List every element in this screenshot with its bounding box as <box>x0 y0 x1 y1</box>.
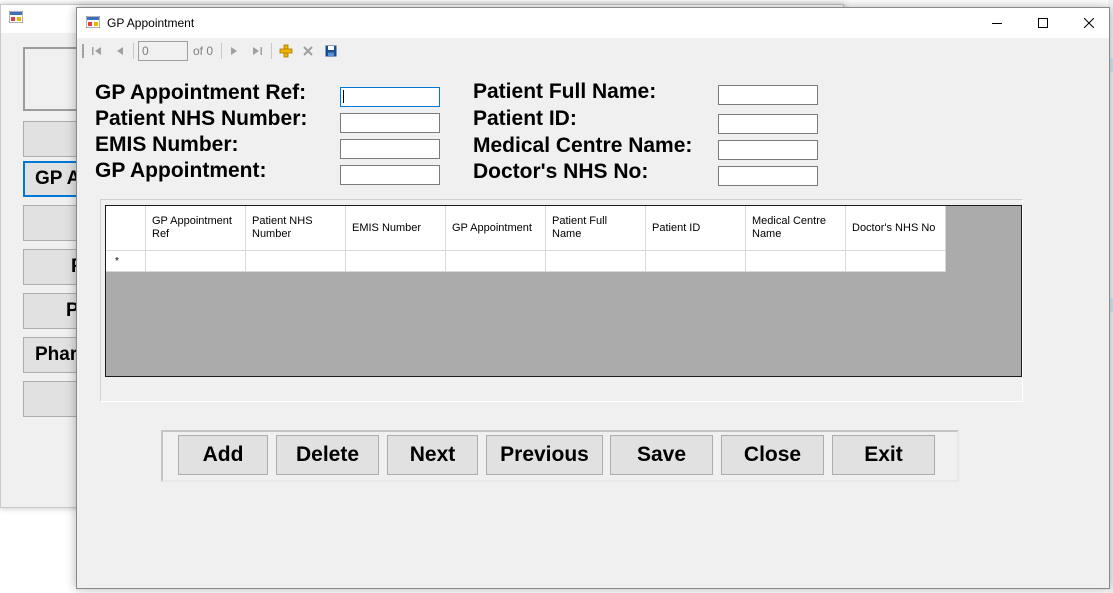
exit-button[interactable]: Exit <box>832 435 935 475</box>
gp-appointment-field[interactable] <box>340 165 440 185</box>
move-last-button[interactable] <box>249 43 265 59</box>
toolbar-grip[interactable] <box>82 44 84 58</box>
delete-icon <box>303 46 313 56</box>
move-previous-button[interactable] <box>112 43 128 59</box>
grid-header-row: GP Appointment Ref Patient NHS Number EM… <box>106 206 946 251</box>
column-header-emis-number[interactable]: EMIS Number <box>346 206 446 251</box>
label-emis-number: EMIS Number: <box>95 133 239 156</box>
column-header-patient-id[interactable]: Patient ID <box>646 206 746 251</box>
count-label: of 0 <box>193 44 214 58</box>
patient-full-name-field[interactable] <box>718 85 818 105</box>
grid-cell[interactable] <box>146 251 246 272</box>
label-patient-nhs-number: Patient NHS Number: <box>95 107 308 130</box>
delete-button[interactable]: Delete <box>276 435 379 475</box>
gp-appointment-ref-field[interactable] <box>340 87 440 107</box>
column-header-gp-appointment-ref[interactable]: GP Appointment Ref <box>146 206 246 251</box>
move-first-icon <box>92 47 101 55</box>
grid-corner-header[interactable] <box>106 206 146 251</box>
row-header[interactable]: * <box>106 251 146 272</box>
new-row-marker: * <box>115 256 119 267</box>
patient-id-field[interactable] <box>718 114 818 134</box>
grid-cell[interactable] <box>846 251 946 272</box>
close-window-button[interactable] <box>1066 8 1112 38</box>
maximize-button[interactable] <box>1020 8 1066 38</box>
toolbar-separator <box>221 43 222 59</box>
save-data-button[interactable] <box>323 43 339 59</box>
label-gp-appointment-ref: GP Appointment Ref: <box>95 81 307 104</box>
move-last-icon <box>253 47 262 55</box>
label-patient-full-name: Patient Full Name: <box>473 80 657 103</box>
window-titlebar[interactable]: GP Appointment <box>77 8 1109 38</box>
column-header-gp-appointment[interactable]: GP Appointment <box>446 206 546 251</box>
add-new-button[interactable] <box>278 43 294 59</box>
delete-record-button[interactable] <box>300 43 316 59</box>
app-icon <box>86 16 100 28</box>
grid-cell[interactable] <box>646 251 746 272</box>
grid-cell[interactable] <box>546 251 646 272</box>
add-new-icon <box>279 44 293 58</box>
save-button[interactable]: Save <box>610 435 713 475</box>
appointments-grid[interactable]: GP Appointment Ref Patient NHS Number EM… <box>105 205 1022 377</box>
toolbar-separator <box>133 43 134 59</box>
column-header-doctors-nhs-no[interactable]: Doctor's NHS No <box>846 206 946 251</box>
maximize-icon <box>1038 18 1048 28</box>
position-input[interactable]: 0 <box>138 41 188 61</box>
gp-appointment-window: GP Appointment 0 of 0 GP Appointment Ref… <box>76 7 1110 589</box>
label-medical-centre-name: Medical Centre Name: <box>473 134 693 157</box>
text-caret <box>343 90 344 103</box>
minimize-button[interactable] <box>974 8 1020 38</box>
label-gp-appointment: GP Appointment: <box>95 159 267 182</box>
binding-navigator: 0 of 0 <box>77 39 1109 63</box>
label-patient-id: Patient ID: <box>473 107 577 130</box>
move-previous-icon <box>117 47 123 55</box>
close-button[interactable]: Close <box>721 435 824 475</box>
toolbar-separator <box>271 43 272 59</box>
add-button[interactable]: Add <box>178 435 268 475</box>
next-button[interactable]: Next <box>387 435 478 475</box>
app-icon <box>9 11 23 23</box>
emis-number-field[interactable] <box>340 139 440 159</box>
close-icon <box>1084 18 1094 28</box>
save-icon <box>325 45 337 57</box>
grid-cell[interactable] <box>246 251 346 272</box>
patient-nhs-number-field[interactable] <box>340 113 440 133</box>
previous-button[interactable]: Previous <box>486 435 603 475</box>
column-header-patient-nhs-number[interactable]: Patient NHS Number <box>246 206 346 251</box>
grid-cell[interactable] <box>746 251 846 272</box>
minimize-icon <box>992 23 1002 24</box>
window-title: GP Appointment <box>107 16 195 30</box>
grid-cell[interactable] <box>346 251 446 272</box>
label-doctors-nhs-no: Doctor's NHS No: <box>473 160 649 183</box>
grid-new-row[interactable]: * <box>106 251 946 272</box>
medical-centre-name-field[interactable] <box>718 140 818 160</box>
move-first-button[interactable] <box>89 43 105 59</box>
grid-cell[interactable] <box>446 251 546 272</box>
doctors-nhs-no-field[interactable] <box>718 166 818 186</box>
column-header-medical-centre-name[interactable]: Medical Centre Name <box>746 206 846 251</box>
move-next-button[interactable] <box>226 43 242 59</box>
move-next-icon <box>231 47 237 55</box>
column-header-patient-full-name[interactable]: Patient Full Name <box>546 206 646 251</box>
